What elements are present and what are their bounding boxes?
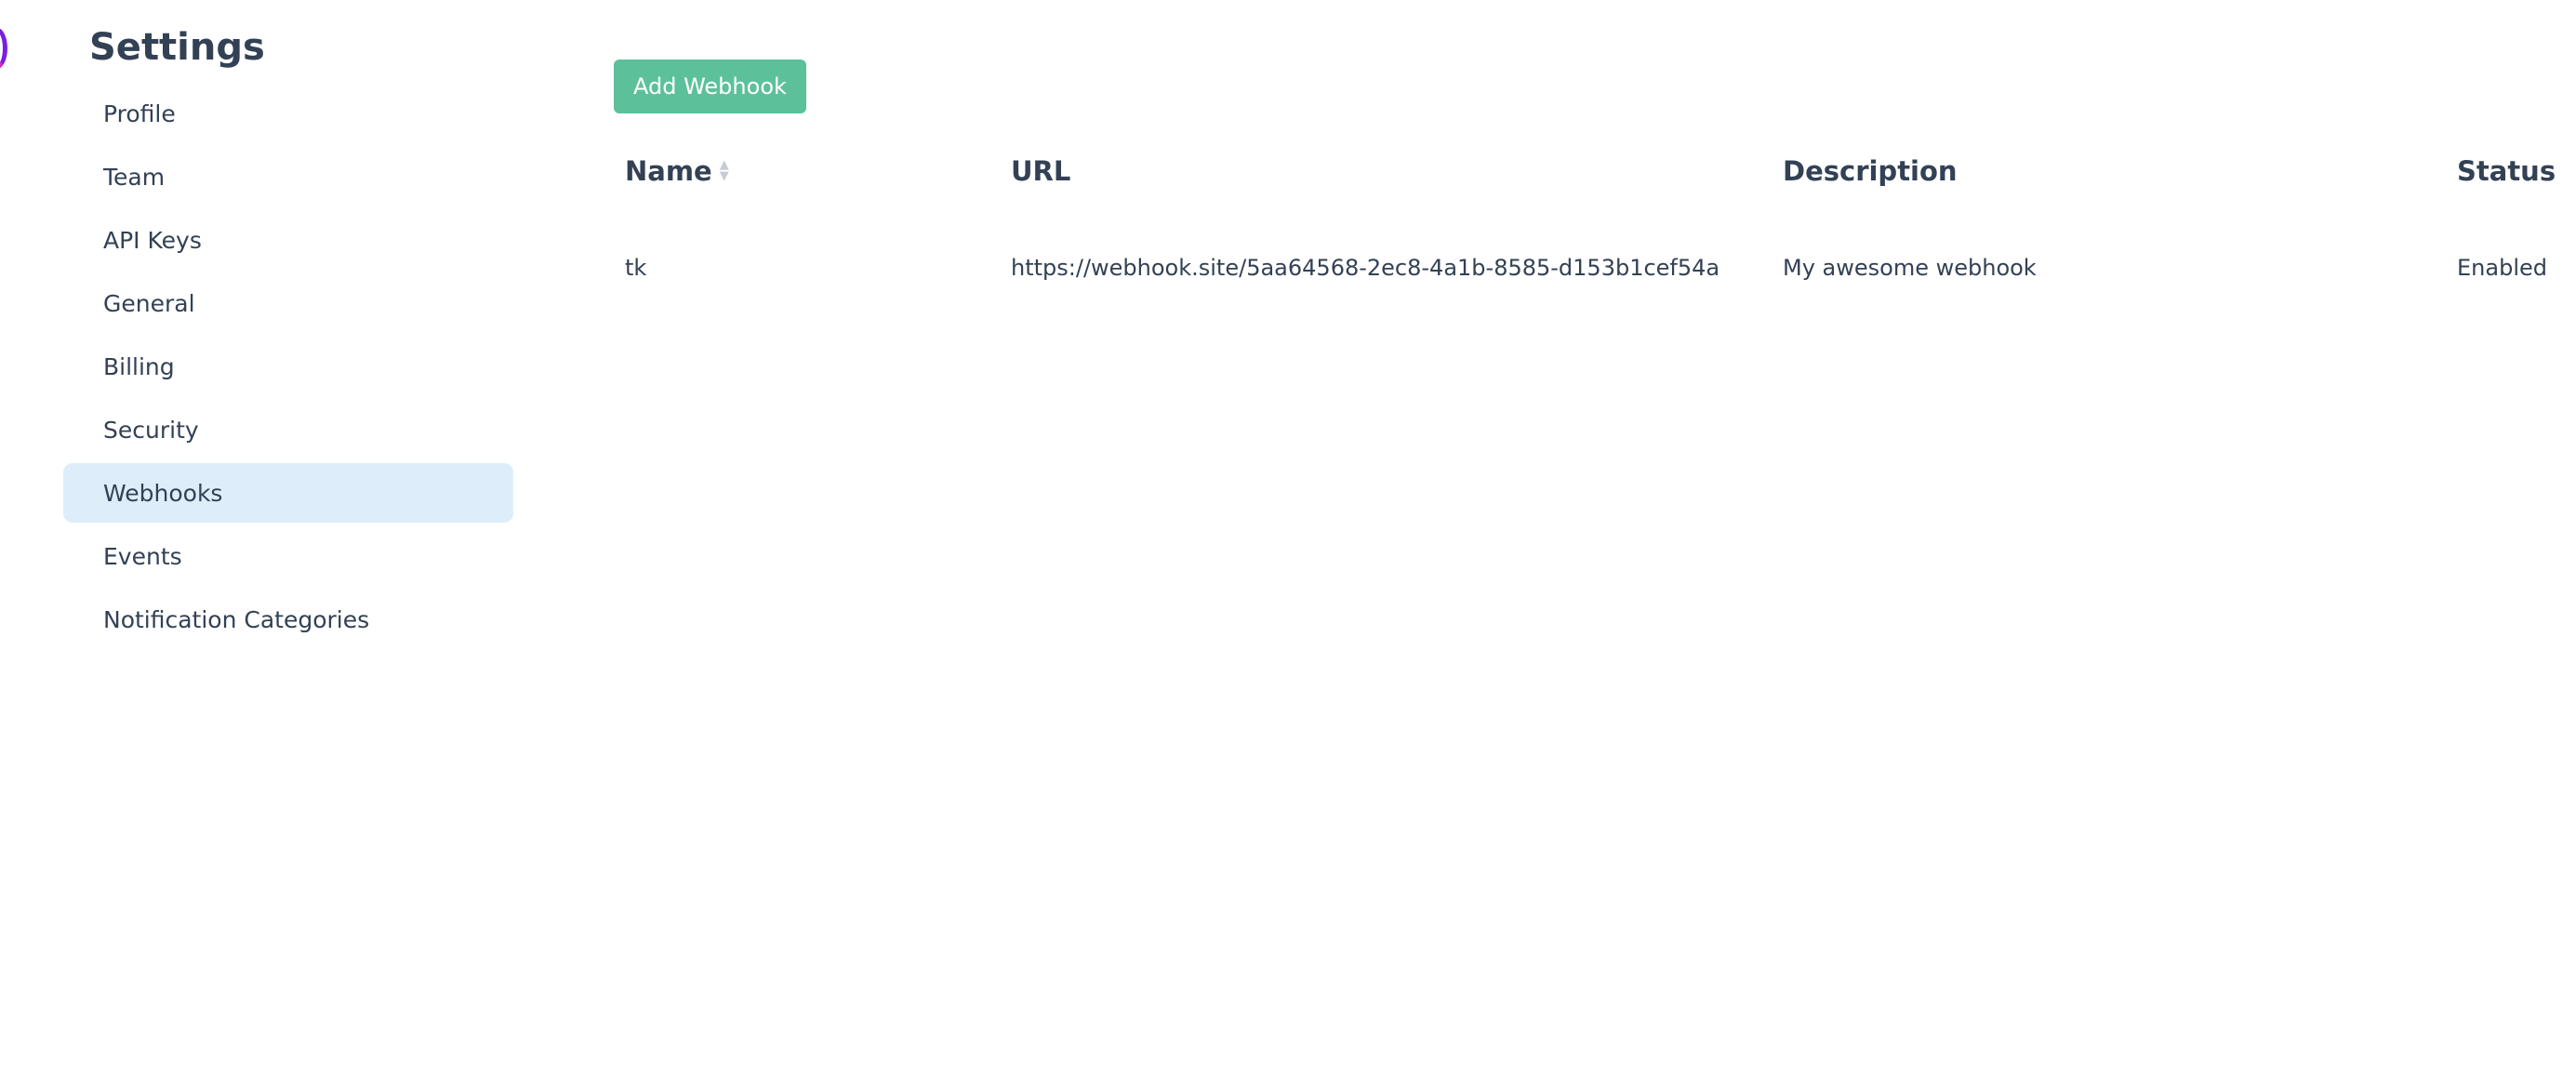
webhook-url-cell: https://webhook.site/5aa64568-2ec8-4a1b-…	[1011, 255, 1720, 281]
webhook-status-cell: Enabled	[2457, 255, 2547, 281]
sidebar-item-label: API Keys	[103, 226, 202, 254]
sidebar-item-api-keys[interactable]: API Keys	[63, 210, 513, 270]
sidebar-item-label: Notification Categories	[103, 605, 370, 633]
sidebar-item-label: General	[103, 289, 195, 317]
column-header-label: Name	[625, 155, 712, 187]
add-webhook-button[interactable]: Add Webhook	[614, 60, 806, 113]
column-header-name[interactable]: Name ▲ ▼	[625, 143, 729, 199]
logo-icon	[0, 28, 7, 69]
sort-icon[interactable]: ▲ ▼	[720, 159, 729, 182]
sidebar-item-label: Billing	[103, 352, 175, 380]
sidebar-item-general[interactable]: General	[63, 273, 513, 333]
column-header-description: Description	[1783, 155, 1958, 187]
webhook-description-cell: My awesome webhook	[1783, 255, 2037, 281]
sidebar-item-label: Webhooks	[103, 479, 223, 507]
webhook-name-cell: tk	[625, 255, 647, 281]
settings-page: Settings Profile Team API Keys General B…	[0, 0, 2576, 1075]
page-title: Settings	[89, 26, 265, 69]
webhooks-panel: Add Webhook Name ▲ ▼ URL Description Stat…	[614, 60, 2576, 281]
sidebar-item-profile[interactable]: Profile	[63, 84, 513, 143]
sidebar-item-webhooks[interactable]: Webhooks	[63, 463, 513, 523]
sidebar-item-security[interactable]: Security	[63, 400, 513, 459]
table-row[interactable]: tk https://webhook.site/5aa64568-2ec8-4a…	[625, 240, 2576, 296]
column-header-status: Status	[2457, 155, 2556, 187]
table-header-row: Name ▲ ▼ URL Description Status	[625, 143, 2576, 199]
sidebar-item-label: Security	[103, 416, 199, 444]
settings-sidebar: Profile Team API Keys General Billing Se…	[63, 84, 513, 653]
column-header-url: URL	[1011, 155, 1071, 187]
sidebar-item-label: Profile	[103, 100, 176, 127]
sidebar-item-billing[interactable]: Billing	[63, 337, 513, 396]
sidebar-item-label: Events	[103, 542, 182, 570]
sidebar-item-notification-categories[interactable]: Notification Categories	[63, 590, 513, 649]
sidebar-item-label: Team	[103, 163, 166, 191]
webhooks-table: Name ▲ ▼ URL Description Status tk https:…	[625, 143, 2576, 296]
sidebar-item-team[interactable]: Team	[63, 147, 513, 206]
sidebar-item-events[interactable]: Events	[63, 526, 513, 586]
